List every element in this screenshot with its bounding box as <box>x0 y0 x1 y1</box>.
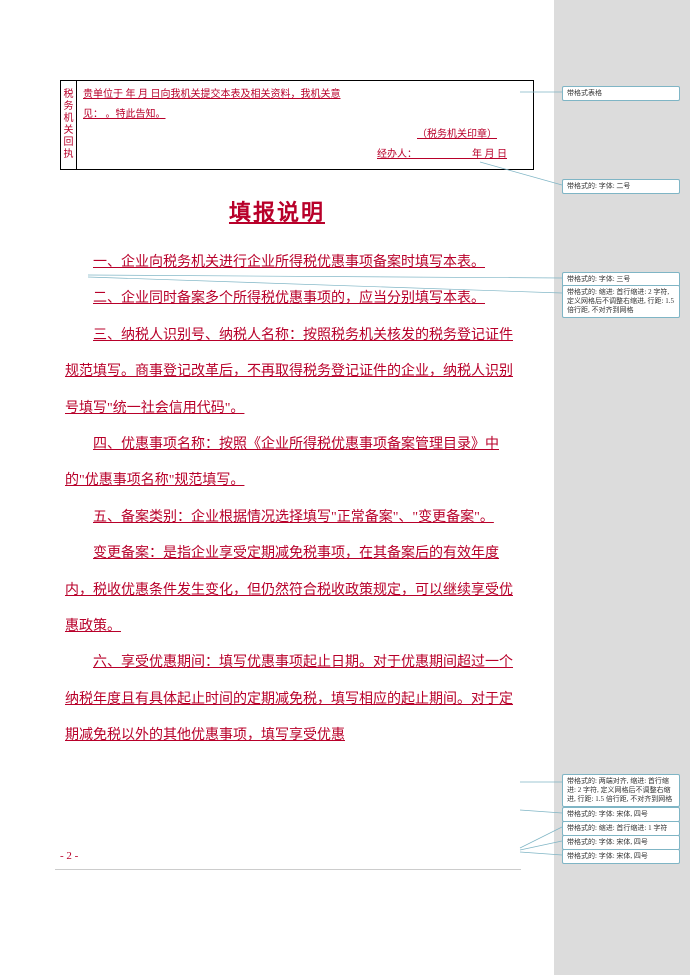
format-callout: 带格式的: 字体: 宋体, 四号 <box>562 807 680 822</box>
header-left-label: 税 务 机 关 回 执 <box>61 81 77 169</box>
body-text: 一、企业向税务机关进行企业所得税优惠事项备案时填写本表。 二、企业同时备案多个所… <box>0 245 554 754</box>
header-left-char: 税 <box>64 89 74 101</box>
page-number: - 2 - <box>60 850 78 862</box>
page-bottom-rule <box>55 869 521 870</box>
format-callout: 带格式的: 两端对齐, 缩进: 首行缩进: 2 字符, 定义网格后不调整右缩进,… <box>562 774 680 807</box>
header-left-char: 关 <box>64 125 74 137</box>
format-callout: 带格式的: 字体: 宋体, 四号 <box>562 835 680 850</box>
header-row-1: 贵单位于 年 月 日向我机关提交本表及相关资料，我机关意 <box>83 85 527 105</box>
paragraph-6: 变更备案：是指企业享受定期减免税事项，在其备案后的有效年度内，税收优惠条件发生变… <box>65 536 514 645</box>
paragraph-5: 五、备案类别：企业根据情况选择填写"正常备案"、"变更备案"。 <box>65 500 514 536</box>
paragraph-4: 四、优惠事项名称：按照《企业所得税优惠事项备案管理目录》中的"优惠事项名称"规范… <box>65 427 514 500</box>
header-right-content: 贵单位于 年 月 日向我机关提交本表及相关资料，我机关意 见： 。特此告知。 （… <box>77 81 533 169</box>
paragraph-3: 三、纳税人识别号、纳税人名称：按照税务机关核发的税务登记证件规范填写。商事登记改… <box>65 318 514 427</box>
header-row-date: 经办人： 年 月 日 <box>83 145 527 165</box>
header-table: 税 务 机 关 回 执 贵单位于 年 月 日向我机关提交本表及相关资料，我机关意… <box>60 80 534 170</box>
header-left-char: 务 <box>64 101 74 113</box>
header-signer-label: 经办人： <box>377 149 417 160</box>
paragraph-7: 六、享受优惠期间：填写优惠事项起止日期。对于优惠期间超过一个纳税年度且有具体起止… <box>65 645 514 754</box>
header-left-char: 回 <box>64 137 74 149</box>
paragraph-1: 一、企业向税务机关进行企业所得税优惠事项备案时填写本表。 <box>65 245 514 281</box>
header-row-1b: 见： 。特此告知。 <box>83 105 527 125</box>
format-callout: 带格式表格 <box>562 86 680 101</box>
header-left-char: 机 <box>64 113 74 125</box>
document-title: 填报说明 <box>0 195 554 227</box>
header-row-stamp: （税务机关印章） <box>83 125 527 145</box>
header-date-fields: 年 月 日 <box>472 149 507 160</box>
header-left-char: 执 <box>64 149 74 161</box>
format-callout: 带格式的: 字体: 二号 <box>562 179 680 194</box>
format-callout: 带格式的: 缩进: 首行缩进: 1 字符 <box>562 821 680 836</box>
document-page: 税 务 机 关 回 执 贵单位于 年 月 日向我机关提交本表及相关资料，我机关意… <box>0 0 554 975</box>
format-callout: 带格式的: 字体: 宋体, 四号 <box>562 849 680 864</box>
paragraph-2: 二、企业同时备案多个所得税优惠事项的，应当分别填写本表。 <box>65 281 514 317</box>
format-callout: 带格式的: 缩进: 首行缩进: 2 字符, 定义网格后不调整右缩进, 行距: 1… <box>562 285 680 318</box>
